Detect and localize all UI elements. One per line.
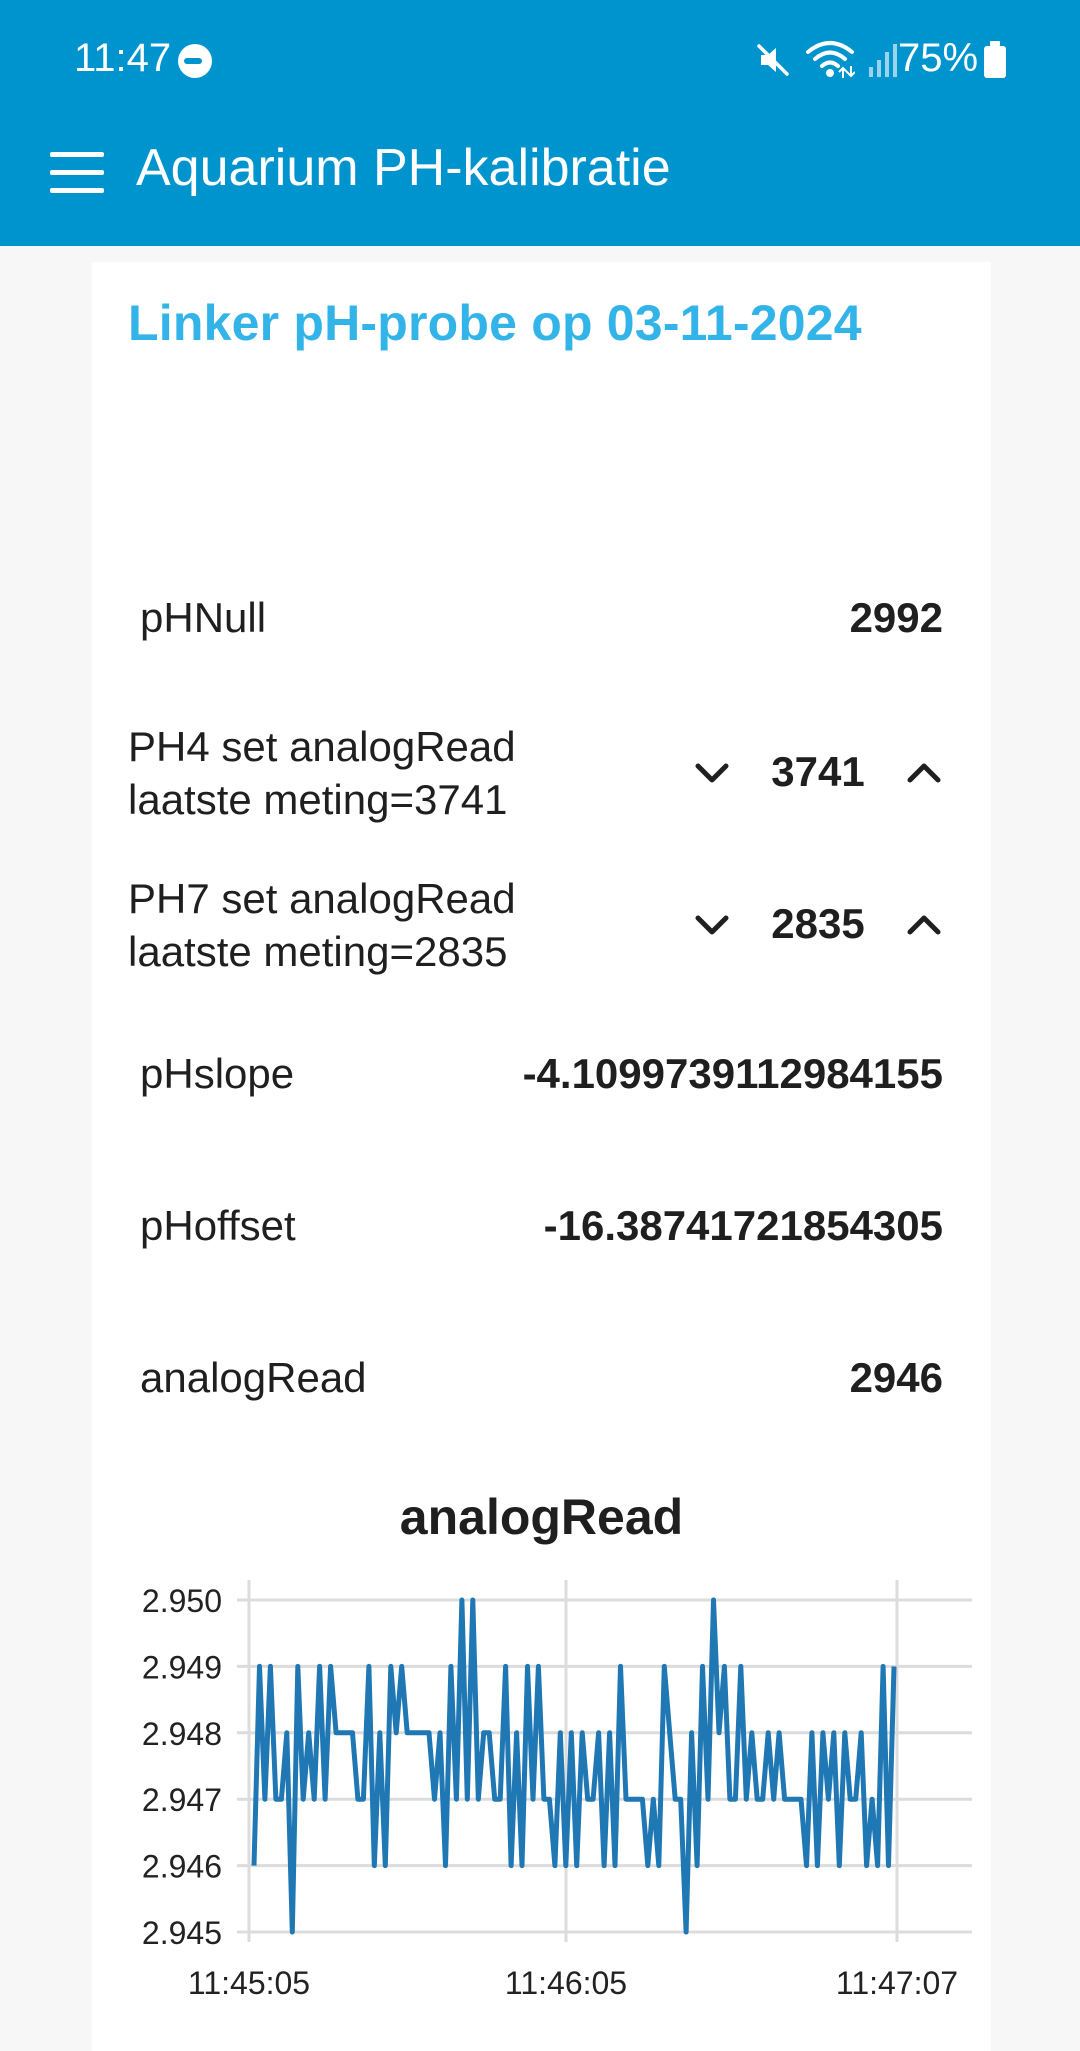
analog-read-row: analogRead 2946 bbox=[92, 1354, 991, 1414]
ph-slope-label: pHslope bbox=[140, 1050, 295, 1097]
x-tick-label: 11:46:05 bbox=[505, 1965, 627, 2001]
hamburger-menu-icon[interactable] bbox=[50, 152, 104, 194]
ph7-stepper[interactable]: 2835 bbox=[682, 872, 954, 978]
ph-offset-label: pHoffset bbox=[140, 1202, 296, 1249]
x-tick-label: 11:47:07 bbox=[836, 1965, 958, 2001]
calibration-card: Linker pH-probe op 03-11-2024 pHNull 299… bbox=[92, 262, 991, 2051]
ph-offset-value: -16.38741721854305 bbox=[543, 1202, 943, 1249]
ph4-label-title: PH4 set analogRead bbox=[128, 723, 516, 770]
battery-percentage: 75% bbox=[898, 36, 979, 80]
y-tick-label: 2.947 bbox=[142, 1782, 222, 1818]
toolbar: Aquarium PH-kalibratie bbox=[0, 120, 1080, 246]
signal-icon bbox=[869, 44, 897, 77]
app-bar: 11:47 75% Aquarium PH-kalibratie bbox=[0, 0, 1080, 246]
y-tick-label: 2.950 bbox=[142, 1583, 222, 1619]
x-tick-label: 11:45:05 bbox=[188, 1965, 310, 2001]
ph7-label: PH7 set analogRead laatste meting=2835 bbox=[128, 872, 516, 978]
mute-icon bbox=[757, 44, 789, 76]
card-title: Linker pH-probe op 03-11-2024 bbox=[128, 295, 862, 351]
series-line bbox=[251, 1597, 897, 1935]
ph7-label-title: PH7 set analogRead bbox=[128, 875, 516, 922]
ph4-value: 3741 bbox=[771, 748, 865, 795]
battery-icon bbox=[984, 41, 1006, 78]
ph-null-label: pHNull bbox=[140, 594, 267, 641]
y-tick-label: 2.948 bbox=[142, 1716, 222, 1752]
analog-read-chart: 2.950 2.949 2.948 2.947 2.946 2.945 11:45:05 11… bbox=[142, 1580, 972, 2001]
ph4-row: PH4 set analogRead laatste meting=3741 3… bbox=[92, 720, 991, 830]
ph-null-value: 2992 bbox=[849, 594, 943, 641]
app-title: Aquarium PH-kalibratie bbox=[136, 139, 671, 197]
ph4-label: PH4 set analogRead laatste meting=3741 bbox=[128, 720, 516, 826]
ph-null-row: pHNull 2992 bbox=[92, 594, 991, 654]
analog-read-value: 2946 bbox=[849, 1354, 943, 1401]
y-tick-label: 2.945 bbox=[142, 1915, 222, 1951]
do-not-disturb-icon bbox=[178, 44, 212, 78]
ph-slope-row: pHslope -4.1099739112984155 bbox=[92, 1050, 991, 1110]
ph7-label-last: laatste meting=2835 bbox=[128, 928, 508, 975]
status-bar: 11:47 75% bbox=[0, 0, 1080, 120]
chevron-up-icon bbox=[907, 915, 941, 935]
ph4-increment-button[interactable] bbox=[894, 742, 954, 802]
analog-read-label: analogRead bbox=[140, 1354, 367, 1401]
ph7-row: PH7 set analogRead laatste meting=2835 2… bbox=[92, 872, 991, 982]
wifi-icon bbox=[806, 41, 855, 78]
ph4-label-last: laatste meting=3741 bbox=[128, 776, 508, 823]
y-tick-label: 2.946 bbox=[142, 1849, 222, 1885]
status-icons bbox=[755, 38, 899, 82]
ph4-stepper[interactable]: 3741 bbox=[682, 720, 954, 826]
chevron-up-icon bbox=[907, 763, 941, 783]
chart-title: analogRead bbox=[399, 1489, 684, 1545]
ph-offset-row: pHoffset -16.38741721854305 bbox=[92, 1202, 991, 1262]
ph7-increment-button[interactable] bbox=[894, 894, 954, 954]
status-time: 11:47 bbox=[74, 36, 172, 80]
y-tick-label: 2.949 bbox=[142, 1649, 222, 1685]
ph-slope-value: -4.1099739112984155 bbox=[522, 1050, 943, 1097]
ph7-value: 2835 bbox=[771, 900, 865, 947]
